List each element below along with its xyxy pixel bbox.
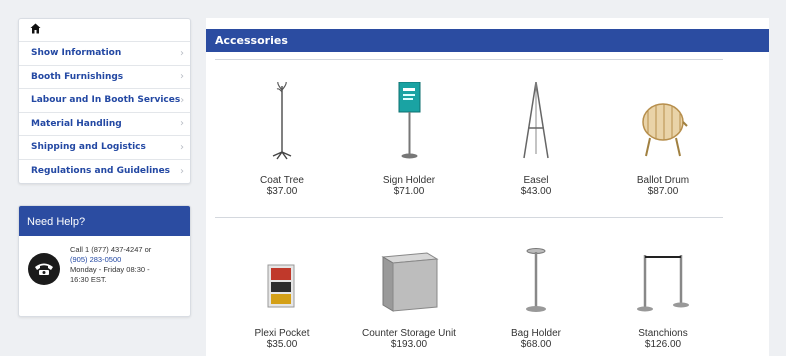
nav-item-shipping-logistics[interactable]: Shipping and Logistics › xyxy=(19,136,190,160)
product-name: Ballot Drum xyxy=(636,175,690,186)
product-plexi-pocket[interactable]: Plexi Pocket $35.00 xyxy=(217,241,347,350)
side-nav: Show Information › Booth Furnishings › L… xyxy=(18,18,191,184)
product-sign-holder[interactable]: Sign Holder $71.00 xyxy=(344,80,474,197)
product-price: $193.00 xyxy=(390,339,428,350)
product-price: $35.00 xyxy=(266,339,298,350)
stanchions-image xyxy=(637,255,689,312)
nav-item-label: Show Information xyxy=(31,48,122,59)
divider xyxy=(215,217,723,218)
nav-item-label: Material Handling xyxy=(31,118,122,129)
home-link[interactable] xyxy=(19,19,190,42)
accessories-panel: Accessories Coat Tree $37.00 Sign Holder xyxy=(206,18,769,356)
product-stanchions[interactable]: Stanchions $126.00 xyxy=(598,241,728,350)
product-name: Easel xyxy=(523,175,549,186)
bag-holder-image xyxy=(526,248,546,312)
chevron-right-icon: › xyxy=(180,118,184,130)
nav-item-material-handling[interactable]: Material Handling › xyxy=(19,113,190,136)
chevron-right-icon: › xyxy=(180,165,184,177)
product-counter-storage-unit[interactable]: Counter Storage Unit $193.00 xyxy=(344,241,474,350)
ballot-drum-image xyxy=(642,103,688,157)
product-easel[interactable]: Easel $43.00 xyxy=(471,80,601,197)
chevron-right-icon: › xyxy=(180,94,185,106)
help-title: Need Help? xyxy=(19,206,190,236)
nav-item-booth-furnishings[interactable]: Booth Furnishings › xyxy=(19,66,190,89)
product-bag-holder[interactable]: Bag Holder $68.00 xyxy=(471,241,601,350)
product-name: Stanchions xyxy=(638,328,688,339)
help-phone-line: Call 1 (877) 437-4247 or xyxy=(70,245,152,254)
coat-tree-image xyxy=(272,82,292,160)
plexi-pocket-image xyxy=(267,264,295,308)
chevron-right-icon: › xyxy=(180,71,184,83)
nav-item-regulations[interactable]: Regulations and Guidelines › xyxy=(19,160,190,184)
divider xyxy=(215,59,723,60)
product-price: $43.00 xyxy=(520,186,552,197)
product-name: Sign Holder xyxy=(382,175,436,186)
product-price: $126.00 xyxy=(644,339,682,350)
help-box: Need Help? Call 1 (877) 437-4247 or (905… xyxy=(18,205,191,317)
easel-image xyxy=(523,82,549,159)
product-coat-tree[interactable]: Coat Tree $37.00 xyxy=(217,80,347,197)
product-ballot-drum[interactable]: Ballot Drum $87.00 xyxy=(598,80,728,197)
home-icon xyxy=(30,23,41,34)
help-phone-alt[interactable]: (905) 283-0500 xyxy=(70,255,151,265)
nav-item-label: Regulations and Guidelines xyxy=(31,166,171,177)
chevron-right-icon: › xyxy=(180,47,184,59)
product-name: Coat Tree xyxy=(260,175,304,186)
phone-icon xyxy=(28,253,60,285)
product-price: $87.00 xyxy=(647,186,679,197)
product-name: Counter Storage Unit xyxy=(362,328,456,339)
product-price: $37.00 xyxy=(266,186,298,197)
help-hours-end: 16:30 EST. xyxy=(70,275,107,284)
nav-item-labour-services[interactable]: Labour and In Booth Services › xyxy=(19,89,190,113)
nav-item-label: Shipping and Logistics xyxy=(31,142,146,153)
product-price: $71.00 xyxy=(393,186,425,197)
page-title: Accessories xyxy=(206,29,769,52)
help-hours: Monday - Friday 08:30 - xyxy=(70,265,150,274)
counter-storage-image xyxy=(381,252,439,312)
product-name: Bag Holder xyxy=(510,328,562,339)
product-price: $68.00 xyxy=(520,339,552,350)
product-name: Plexi Pocket xyxy=(254,328,310,339)
nav-item-label: Labour and In Booth Services xyxy=(31,95,181,106)
nav-item-show-information[interactable]: Show Information › xyxy=(19,42,190,66)
chevron-right-icon: › xyxy=(180,141,184,153)
nav-item-label: Booth Furnishings xyxy=(31,71,124,82)
sign-holder-image xyxy=(398,82,421,159)
